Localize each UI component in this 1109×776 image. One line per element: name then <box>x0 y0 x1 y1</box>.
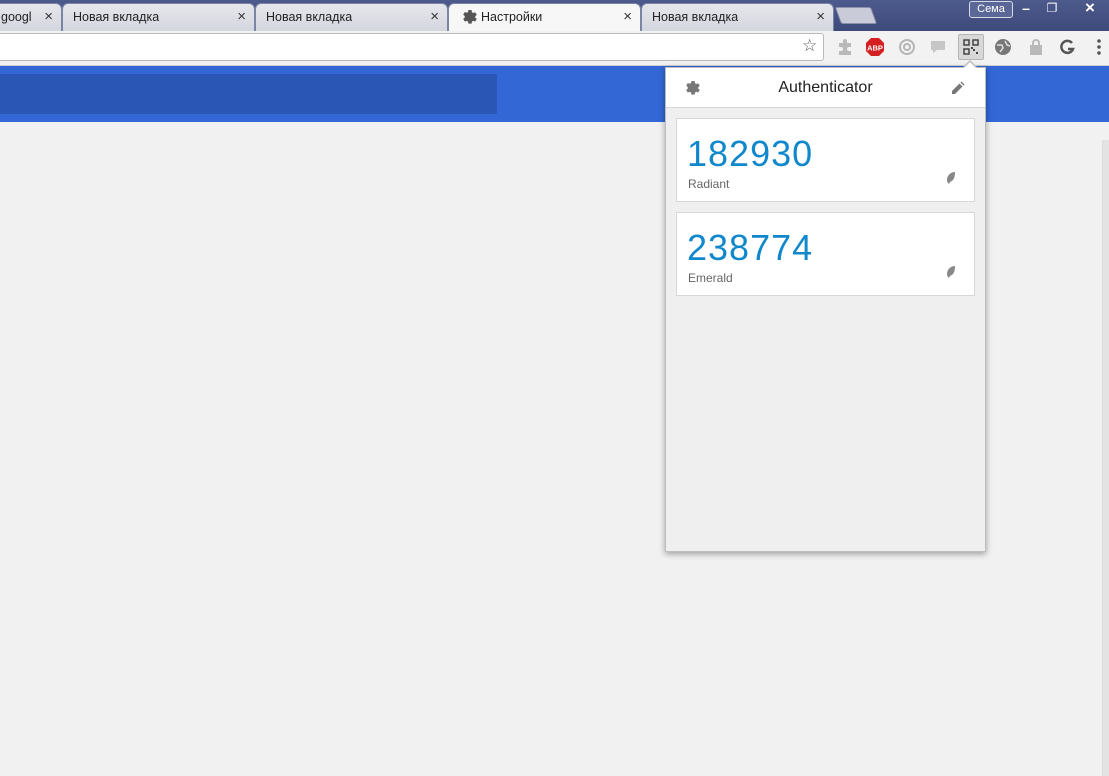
tab-settings[interactable]: Настройки × <box>448 3 641 31</box>
tab-new-2[interactable]: Новая вкладка × <box>255 3 448 31</box>
speech-icon[interactable] <box>928 37 948 57</box>
page-scrollbar-thumb[interactable] <box>1102 140 1109 776</box>
settings-search-bar[interactable] <box>0 74 497 114</box>
tab-title: Новая вкладка <box>73 10 160 24</box>
tab-title: Настройки <box>481 10 543 24</box>
grammar-icon[interactable] <box>1057 37 1077 57</box>
restore-button[interactable]: ❐ <box>1039 0 1065 17</box>
tab-title: Новая вкладка <box>652 10 739 24</box>
new-tab-button[interactable] <box>834 7 878 24</box>
tab-new-1[interactable]: Новая вкладка × <box>62 3 255 31</box>
tab-close-icon[interactable]: × <box>816 8 825 26</box>
account-issuer: Radiant <box>688 177 730 191</box>
popup-title: Authenticator <box>778 79 873 96</box>
popup-header: Authenticator <box>666 68 985 108</box>
timer-pie-icon <box>945 171 957 190</box>
browser-toolbar: ☆ ABP <box>0 31 1109 66</box>
tab-new-3[interactable]: Новая вкладка × <box>641 3 834 31</box>
otp-code[interactable]: 182930 <box>687 132 813 176</box>
authenticator-qr-icon <box>963 39 979 60</box>
popup-arrow-fill <box>963 62 977 69</box>
lock-icon[interactable] <box>1026 37 1046 57</box>
tab-close-icon[interactable]: × <box>430 8 439 26</box>
tab-title: googl <box>1 10 32 24</box>
tab-close-icon[interactable]: × <box>44 8 53 26</box>
account-entry-emerald[interactable]: 238774 Emerald <box>676 212 975 296</box>
timer-pie-icon <box>945 265 957 284</box>
adblock-label: ABP <box>867 44 883 53</box>
adblock-icon[interactable]: ABP <box>865 37 885 57</box>
authenticator-extension-button[interactable] <box>958 34 984 60</box>
tab-strip: googl × Новая вкладка × Новая вкладка × … <box>0 0 1109 31</box>
target-icon[interactable] <box>897 37 917 57</box>
tab-close-icon[interactable]: × <box>237 8 246 26</box>
globe-icon[interactable] <box>993 37 1013 57</box>
profile-button[interactable]: Сема <box>969 1 1013 18</box>
close-window-button[interactable]: × <box>1077 0 1103 17</box>
pencil-icon[interactable] <box>950 80 966 101</box>
authenticator-popup: Authenticator 182930 Radiant 238774 Emer… <box>665 67 986 552</box>
browser-menu-icon[interactable] <box>1096 37 1102 62</box>
account-issuer: Emerald <box>688 271 733 285</box>
otp-code[interactable]: 238774 <box>687 226 813 270</box>
puzzle-icon[interactable] <box>835 37 855 57</box>
account-entry-radiant[interactable]: 182930 Radiant <box>676 118 975 202</box>
minimize-button[interactable]: – <box>1013 0 1039 17</box>
gear-icon <box>461 9 477 28</box>
tab-close-icon[interactable]: × <box>623 8 632 26</box>
bookmark-star-icon[interactable]: ☆ <box>802 36 817 56</box>
tab-title: Новая вкладка <box>266 10 353 24</box>
tab-google[interactable]: googl × <box>0 3 62 31</box>
address-bar[interactable] <box>0 33 824 61</box>
